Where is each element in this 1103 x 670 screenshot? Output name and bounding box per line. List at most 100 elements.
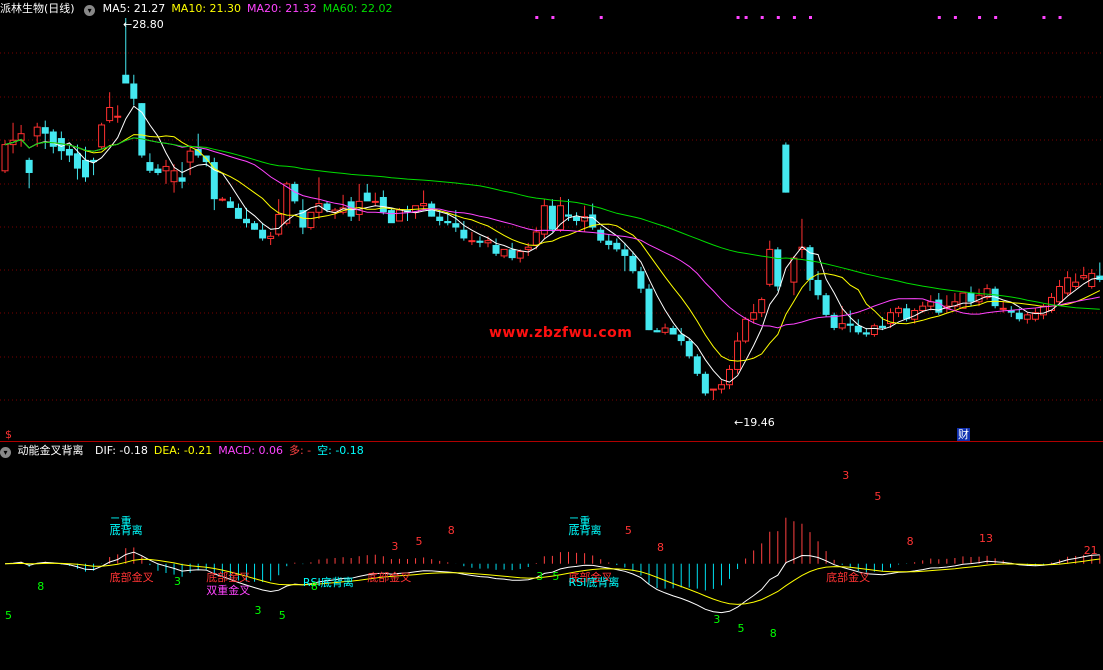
- signal-annotation: 底部金叉: [367, 571, 412, 585]
- candle-body: [717, 384, 725, 390]
- candle-body: [130, 83, 138, 99]
- candle-body: [548, 205, 556, 230]
- signal-annotation: 底部金叉: [109, 571, 154, 585]
- candle-body: [790, 257, 798, 283]
- signal-dots: [535, 16, 1062, 19]
- count-annotation: 5: [552, 569, 560, 583]
- signal-annotation: 底部金叉: [826, 571, 871, 585]
- sub-header: ▾ 动能金叉背离 DIF: -0.18 DEA: -0.21 MACD: 0.06 多…: [0, 444, 370, 458]
- candle-body: [73, 153, 81, 169]
- candle-body: [170, 170, 178, 183]
- candle-body: [685, 341, 693, 357]
- candle-body: [234, 207, 242, 219]
- candle-body: [1064, 277, 1072, 294]
- candle-body: [878, 325, 886, 328]
- candle-body: [661, 327, 669, 333]
- candle-body: [460, 229, 468, 239]
- count-annotation: 5: [415, 534, 423, 548]
- signal-dot: [792, 16, 796, 19]
- candle-body: [1080, 275, 1088, 279]
- candle-body: [106, 106, 114, 122]
- macd-indicator-label: DIF: -0.18: [95, 444, 148, 457]
- candle-body: [999, 307, 1007, 310]
- count-annotation: 5: [874, 490, 882, 504]
- signal-dot: [953, 16, 957, 19]
- candle-body: [524, 246, 532, 250]
- candle-body: [492, 245, 500, 254]
- candle-body: [452, 223, 460, 228]
- candle-body: [693, 356, 701, 374]
- ma-indicator-label: MA60: 22.02: [322, 2, 393, 15]
- candle-body: [98, 124, 106, 148]
- count-annotation: 5: [5, 608, 12, 622]
- candle-body: [750, 312, 758, 320]
- candle-body: [82, 159, 89, 178]
- candle-body: [508, 249, 516, 259]
- signal-dot: [599, 16, 603, 19]
- candle-body: [605, 240, 613, 246]
- count-annotation: 8: [657, 541, 665, 555]
- settings-icon[interactable]: ▾: [0, 447, 11, 458]
- signal-dot: [736, 16, 740, 19]
- signal-annotation: 底背离: [109, 524, 143, 538]
- ma-indicator-label: MA10: 21.30: [171, 2, 242, 15]
- candle-body: [1, 144, 9, 172]
- candle-body: [935, 299, 943, 313]
- count-annotation: 3: [536, 569, 544, 583]
- low-price-label: ←19.46: [734, 416, 775, 429]
- candle-body: [758, 299, 766, 314]
- candle-body: [186, 150, 194, 163]
- count-annotation: 21: [1083, 543, 1098, 557]
- candle-body: [862, 332, 870, 335]
- candle-body: [734, 340, 742, 370]
- candle-body: [516, 251, 524, 259]
- macd-indicator-label: MACD: 0.06: [218, 444, 283, 457]
- count-annotation: 8: [310, 580, 318, 594]
- count-annotation: 5: [624, 524, 632, 538]
- candle-body: [613, 242, 621, 250]
- dividend-marker[interactable]: $: [5, 428, 12, 441]
- candle-body: [484, 240, 492, 244]
- candle-body: [307, 211, 315, 229]
- signal-dot: [776, 16, 780, 19]
- candle-body: [146, 162, 154, 171]
- candle-body: [122, 74, 130, 84]
- candle-body: [629, 255, 637, 272]
- candle-body: [371, 200, 379, 203]
- candle-body: [846, 323, 854, 326]
- ma-indicator-label: MA5: 21.27: [102, 2, 166, 15]
- candle-body: [218, 198, 226, 201]
- candle-body: [468, 240, 476, 243]
- count-annotation: 5: [278, 608, 286, 622]
- candle-body: [806, 247, 814, 280]
- candle-body: [854, 325, 862, 333]
- signal-dot: [994, 16, 998, 19]
- stock-title: 派林生物(日线): [0, 2, 75, 15]
- candle-body: [709, 388, 717, 391]
- candle-body: [1072, 281, 1080, 287]
- candle-body: [41, 127, 49, 134]
- macd-indicator-label: DEA: -0.21: [153, 444, 213, 457]
- candle-body: [259, 229, 267, 239]
- signal-dot: [1058, 16, 1062, 19]
- settings-icon[interactable]: ▾: [84, 5, 96, 16]
- candle-body: [25, 159, 33, 173]
- candle-body: [387, 210, 395, 224]
- candle-body: [959, 292, 967, 309]
- signal-dot: [551, 16, 555, 19]
- signal-annotation: 双重金叉: [206, 584, 251, 598]
- candle-body: [822, 295, 830, 315]
- signal-dot: [937, 16, 941, 19]
- signal-dot: [1042, 16, 1046, 19]
- candle-body: [782, 144, 790, 193]
- candle-body: [395, 209, 403, 222]
- finance-marker[interactable]: 财: [957, 428, 970, 441]
- candle-body: [154, 168, 162, 173]
- candle-body: [597, 229, 605, 241]
- candle-body: [532, 231, 540, 246]
- candle-body: [774, 249, 782, 287]
- count-annotation: 3: [713, 612, 721, 626]
- candle-body: [363, 192, 371, 202]
- candle-body: [162, 165, 170, 172]
- signal-annotation: 底部金叉: [206, 571, 251, 585]
